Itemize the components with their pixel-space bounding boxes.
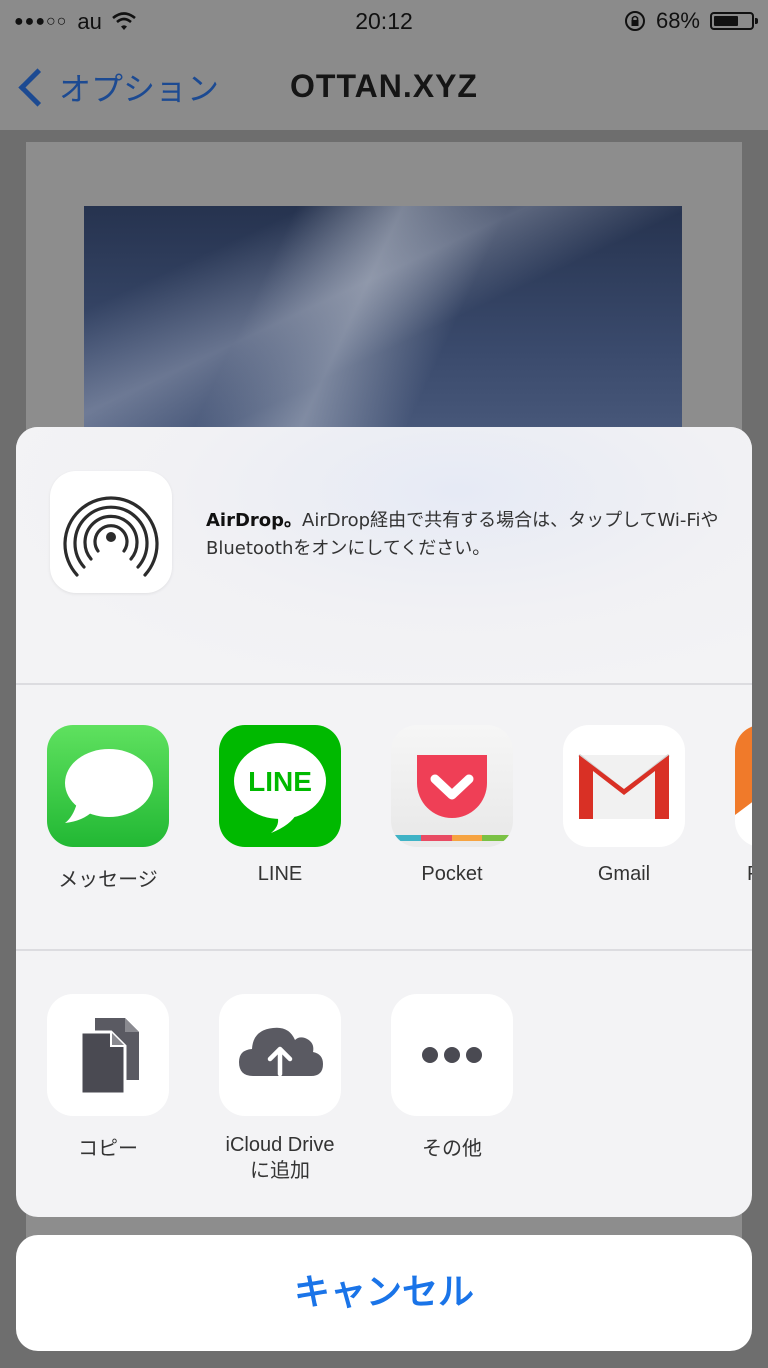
- action-more[interactable]: その他: [391, 994, 513, 1161]
- share-app-partial[interactable]: PR: [735, 725, 752, 886]
- gmail-icon: [563, 725, 685, 847]
- airdrop-description: AirDrop。AirDrop経由で共有する場合は、タップしてWi-FiやBlu…: [206, 507, 726, 563]
- airdrop-title: AirDrop。: [206, 510, 303, 531]
- action-label: iCloud Drive に追加: [219, 1132, 341, 1184]
- divider: [16, 949, 752, 951]
- share-app-label: メッセージ: [58, 869, 158, 891]
- page-title: OTTAN.XYZ: [290, 68, 478, 104]
- messages-icon: [47, 725, 169, 847]
- partial-app-icon: [735, 725, 752, 847]
- share-app-line[interactable]: LINE LINE: [219, 725, 341, 886]
- share-app-pocket[interactable]: Pocket: [391, 725, 513, 886]
- sky-photo: [84, 206, 682, 446]
- battery-icon: [710, 12, 758, 30]
- action-label-line2: に追加: [250, 1160, 310, 1182]
- action-icloud-drive[interactable]: iCloud Drive に追加: [219, 994, 341, 1184]
- action-label-line1: iCloud Drive: [225, 1134, 335, 1156]
- line-icon-text: LINE: [248, 766, 312, 797]
- share-sheet: AirDrop。AirDrop経由で共有する場合は、タップしてWi-FiやBlu…: [16, 427, 752, 1217]
- airdrop-rings-icon: [63, 496, 159, 577]
- more-icon: [391, 994, 513, 1116]
- cancel-button[interactable]: キャンセル: [16, 1235, 752, 1351]
- share-app-label: Gmail: [597, 863, 651, 885]
- battery-percent: 68%: [655, 8, 700, 33]
- action-label: その他: [422, 1138, 482, 1160]
- pocket-icon: [391, 725, 513, 847]
- navigation-bar: オプション OTTAN.XYZ: [0, 44, 768, 130]
- share-app-label: PR: [735, 863, 752, 886]
- airdrop-section[interactable]: AirDrop。AirDrop経由で共有する場合は、タップしてWi-FiやBlu…: [16, 427, 752, 683]
- status-bar: ●●●○○ au 20:12 68%: [0, 0, 768, 44]
- action-label: コピー: [78, 1138, 138, 1160]
- line-icon: LINE: [219, 725, 341, 847]
- copy-icon: [47, 994, 169, 1116]
- orientation-lock-icon: [624, 11, 645, 31]
- divider: [16, 683, 752, 685]
- share-app-messages[interactable]: メッセージ: [47, 725, 169, 892]
- icloud-upload-icon: [219, 994, 341, 1116]
- airdrop-icon[interactable]: [50, 471, 172, 593]
- status-right: 68%: [624, 8, 758, 34]
- action-copy[interactable]: コピー: [47, 994, 169, 1161]
- share-app-label: Pocket: [421, 863, 483, 885]
- share-app-label: LINE: [257, 863, 303, 885]
- share-app-gmail[interactable]: Gmail: [563, 725, 685, 886]
- battery-fill: [714, 16, 739, 26]
